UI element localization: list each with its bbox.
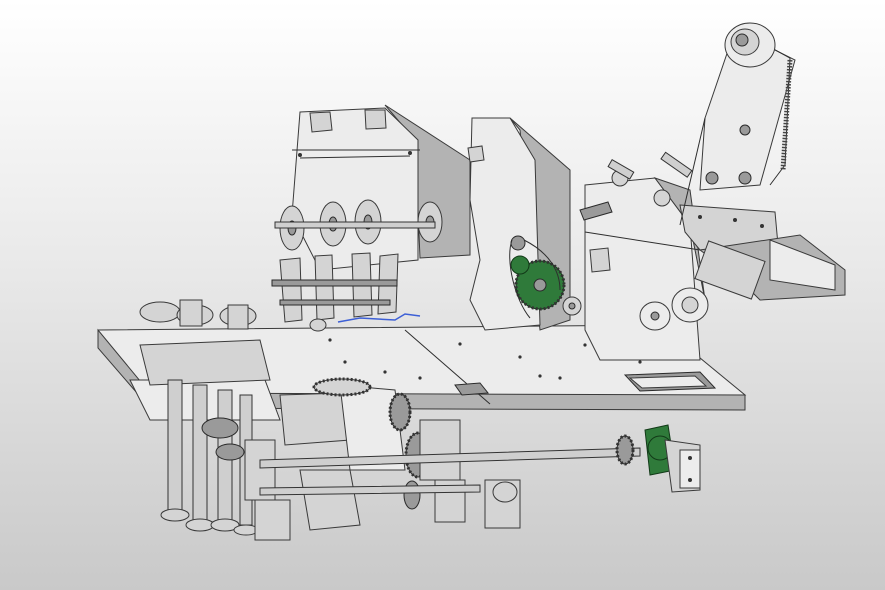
idler-roller[interactable] — [671, 287, 709, 323]
selected-edge-highlight — [337, 313, 421, 323]
belt-arm[interactable] — [679, 22, 796, 226]
right-shaft-coupling[interactable] — [615, 424, 701, 493]
cad-3d-viewport[interactable] — [0, 0, 885, 590]
hopper-assembly[interactable] — [271, 104, 471, 332]
belt-pulley[interactable] — [724, 22, 776, 68]
cad-assembly-model[interactable] — [0, 0, 885, 590]
idler-roller[interactable] — [639, 301, 671, 331]
